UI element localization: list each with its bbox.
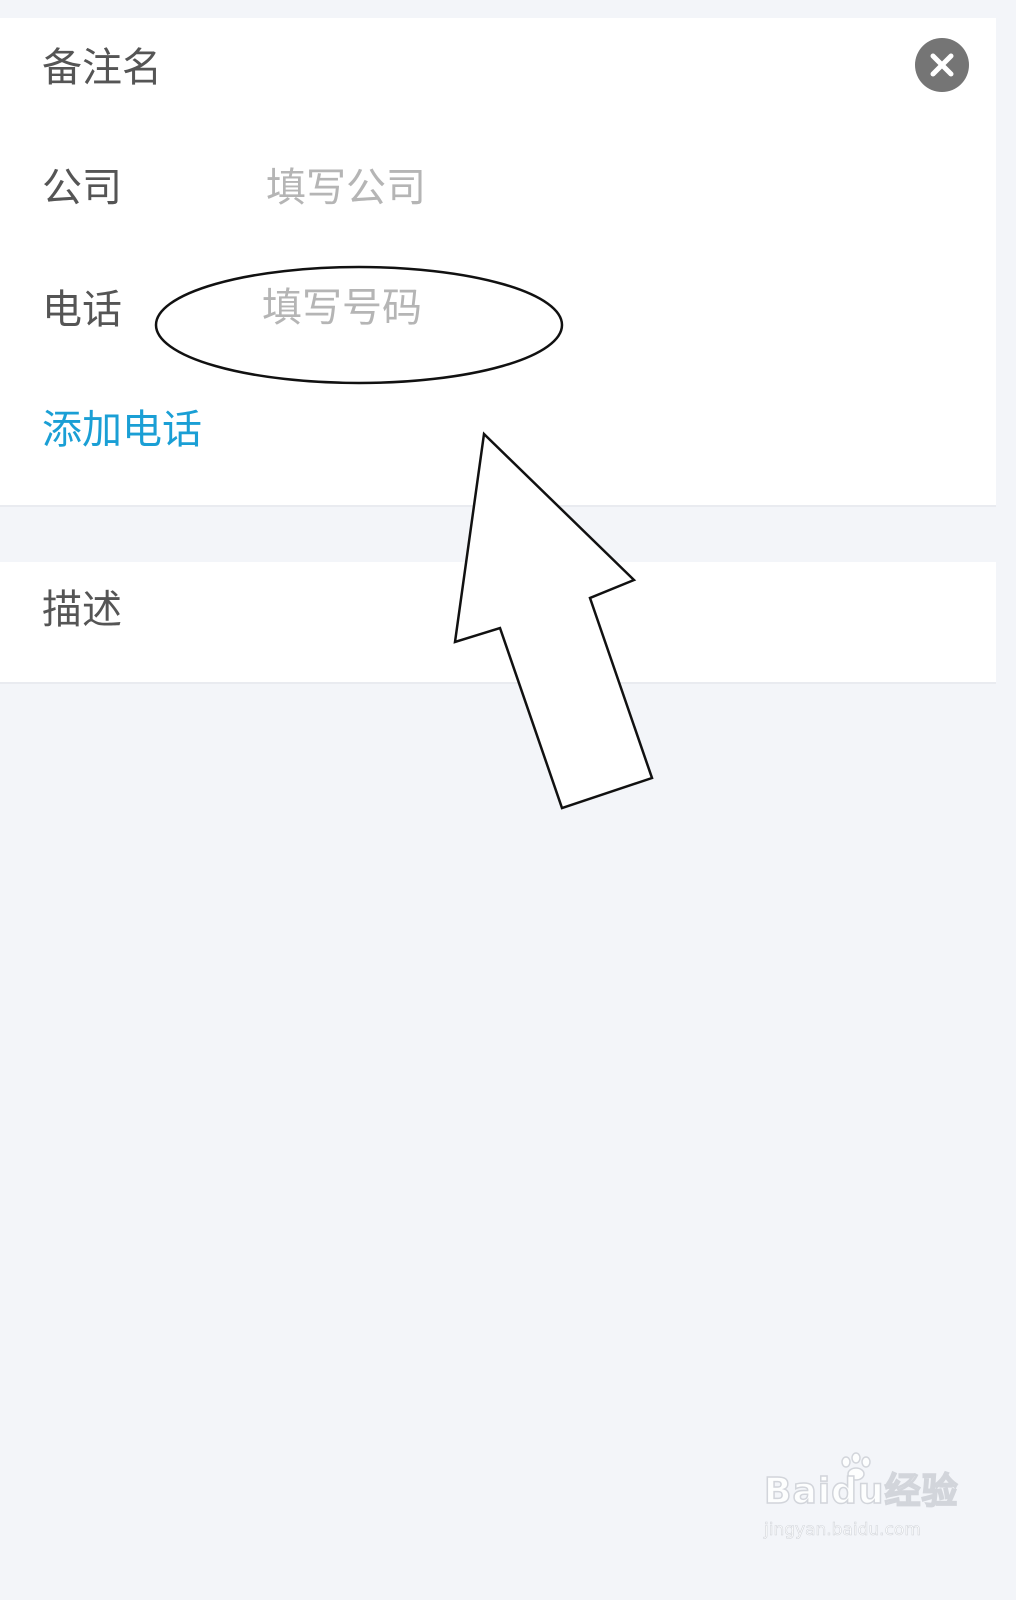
description-card: [0, 562, 996, 684]
phone-input[interactable]: [262, 284, 782, 332]
watermark-url: jingyan.baidu.com: [764, 1520, 921, 1541]
phone-label: 电话: [42, 287, 122, 333]
nickname-field[interactable]: 备注名: [42, 48, 162, 88]
clear-button[interactable]: [915, 38, 969, 92]
watermark: Baidu经验 jingyan.baidu.com: [760, 1452, 958, 1550]
watermark-brand: Baidu经验: [763, 1471, 959, 1512]
company-input[interactable]: [266, 164, 786, 212]
description-field[interactable]: 描述: [42, 590, 122, 630]
close-icon: [930, 53, 954, 77]
add-phone-link[interactable]: 添加电话: [42, 410, 202, 450]
company-label: 公司: [42, 165, 122, 211]
